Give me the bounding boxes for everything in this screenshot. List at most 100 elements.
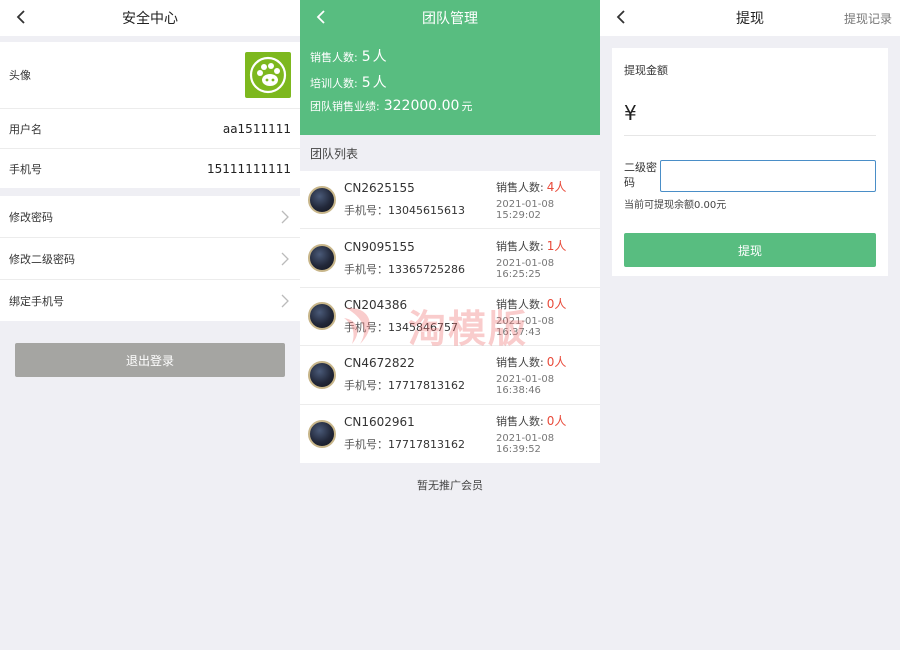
avatar-row[interactable]: 头像 bbox=[0, 42, 300, 109]
member-id: CN9095155 bbox=[344, 239, 415, 254]
no-more-members: 暂无推广会员 bbox=[417, 478, 483, 492]
training-count-stat: 培训人数: 5 人 bbox=[310, 72, 590, 98]
member-sales-line: 销售人数: 0人 bbox=[496, 412, 600, 430]
member-sales-count: 1人 bbox=[546, 238, 567, 253]
member-id: CN2625155 bbox=[344, 181, 415, 196]
bind-phone-label: 绑定手机号 bbox=[9, 294, 64, 308]
member-sales-line: 销售人数: 0人 bbox=[496, 295, 600, 313]
member-info: CN204386 手机号：1345846757 bbox=[344, 298, 484, 335]
back-arrow-icon[interactable] bbox=[10, 6, 32, 28]
page-title: 提现 bbox=[736, 11, 764, 27]
settings-group: 修改密码 修改二级密码 绑定手机号 bbox=[0, 196, 300, 321]
username-row: 用户名 aa1511111 bbox=[0, 109, 300, 149]
member-info: CN4672822 手机号：17717813162 bbox=[344, 356, 484, 393]
amount-label: 提现金额 bbox=[624, 64, 668, 77]
team-sales-label: 团队销售业绩: bbox=[310, 100, 380, 113]
amount-input[interactable]: ¥ bbox=[624, 90, 876, 136]
training-count-label: 培训人数: bbox=[310, 77, 358, 90]
page-title: 团队管理 bbox=[422, 11, 478, 27]
member-phone: 1345846757 bbox=[388, 320, 458, 334]
member-join-time: 2021-01-08 16:25:25 bbox=[496, 257, 555, 280]
chevron-right-icon bbox=[281, 210, 289, 223]
security-center-screen: 安全中心 头像 用户名 aa1511111 手机号 15111111111 修改… bbox=[0, 0, 300, 650]
member-phone: 13045615613 bbox=[388, 204, 465, 218]
member-phone-line: 手机号：13365725286 bbox=[344, 261, 484, 277]
member-stats: 销售人数: 0人 2021-01-08 16:37:43 bbox=[496, 288, 600, 345]
training-count-unit: 人 bbox=[372, 75, 387, 91]
team-list-title: 团队列表 bbox=[310, 146, 359, 161]
sales-count-value: 5 bbox=[361, 49, 371, 65]
sales-count-label: 销售人数: bbox=[310, 51, 358, 64]
member-sales-count: 4人 bbox=[546, 180, 567, 195]
avatar-label: 头像 bbox=[9, 69, 31, 82]
member-phone-label: 手机号： bbox=[344, 438, 388, 452]
member-join-time: 2021-01-08 16:38:46 bbox=[496, 374, 555, 397]
member-sales-label: 销售人数: bbox=[496, 181, 544, 195]
member-phone-label: 手机号： bbox=[344, 320, 388, 334]
team-member-list: CN2625155 手机号：13045615613 销售人数: 4人 2021-01-0… bbox=[300, 171, 600, 463]
currency-symbol: ¥ bbox=[624, 100, 637, 125]
member-sales-count: 0人 bbox=[546, 296, 567, 311]
member-phone-line: 手机号：1345846757 bbox=[344, 319, 484, 335]
avatar[interactable] bbox=[245, 52, 291, 98]
member-sales-line: 销售人数: 1人 bbox=[496, 237, 600, 255]
security-header: 安全中心 bbox=[0, 0, 300, 36]
secondary-password-input[interactable] bbox=[660, 160, 876, 192]
logout-button[interactable]: 退出登录 bbox=[15, 343, 285, 377]
member-avatar bbox=[308, 244, 336, 273]
team-header: 团队管理 bbox=[300, 0, 600, 36]
chevron-right-icon bbox=[281, 294, 289, 307]
phone-label: 手机号 bbox=[9, 162, 42, 176]
phone-row: 手机号 15111111111 bbox=[0, 149, 300, 188]
team-stats: 销售人数: 5 人 培训人数: 5 人 团队销售业绩: 322000.00 元 bbox=[300, 36, 600, 135]
member-info: CN2625155 手机号：13045615613 bbox=[344, 181, 484, 218]
change-password-item[interactable]: 修改密码 bbox=[0, 196, 300, 238]
member-sales-label: 销售人数: bbox=[496, 297, 544, 311]
sales-count-unit: 人 bbox=[372, 49, 387, 65]
member-row[interactable]: CN204386 手机号：1345846757 销售人数: 0人 2021-01-08 … bbox=[300, 288, 600, 347]
member-info: CN1602961 手机号：17717813162 bbox=[344, 415, 484, 452]
member-sales-label: 销售人数: bbox=[496, 415, 544, 429]
member-phone-label: 手机号： bbox=[344, 204, 388, 218]
team-sales-unit: 元 bbox=[461, 100, 473, 113]
team-sales-value: 322000.00 bbox=[383, 98, 460, 114]
bind-phone-item[interactable]: 绑定手机号 bbox=[0, 280, 300, 321]
member-info: CN9095155 手机号：13365725286 bbox=[344, 240, 484, 277]
sales-count-stat: 销售人数: 5 人 bbox=[310, 46, 590, 72]
member-phone-label: 手机号： bbox=[344, 262, 388, 276]
member-row[interactable]: CN4672822 手机号：17717813162 销售人数: 0人 2021-01-0… bbox=[300, 346, 600, 405]
member-sales-label: 销售人数: bbox=[496, 356, 544, 370]
member-join-time: 2021-01-08 15:29:02 bbox=[496, 199, 555, 222]
member-sales-count: 0人 bbox=[546, 355, 567, 370]
member-stats: 销售人数: 1人 2021-01-08 16:25:25 bbox=[496, 229, 600, 286]
member-phone: 17717813162 bbox=[388, 379, 465, 393]
username-value: aa1511111 bbox=[222, 121, 291, 136]
back-arrow-icon[interactable] bbox=[310, 6, 332, 28]
member-join-time: 2021-01-08 16:37:43 bbox=[496, 315, 555, 338]
member-phone-line: 手机号：13045615613 bbox=[344, 202, 484, 218]
change-password-label: 修改密码 bbox=[9, 210, 53, 224]
phone-value: 15111111111 bbox=[207, 161, 291, 176]
member-avatar bbox=[308, 302, 336, 331]
paw-logo-icon bbox=[249, 56, 287, 94]
withdraw-button[interactable]: 提现 bbox=[624, 233, 876, 267]
change-secondary-password-item[interactable]: 修改二级密码 bbox=[0, 238, 300, 280]
member-join-time: 2021-01-08 16:39:52 bbox=[496, 433, 555, 456]
team-sales-stat: 团队销售业绩: 322000.00 元 bbox=[310, 98, 590, 124]
member-sales-line: 销售人数: 4人 bbox=[496, 178, 600, 196]
member-id: CN1602961 bbox=[344, 415, 415, 430]
member-id: CN204386 bbox=[344, 297, 408, 312]
member-row[interactable]: CN2625155 手机号：13045615613 销售人数: 4人 2021-01-0… bbox=[300, 171, 600, 230]
member-sales-count: 0人 bbox=[546, 414, 567, 429]
member-sales-line: 销售人数: 0人 bbox=[496, 353, 600, 371]
member-phone: 13365725286 bbox=[388, 262, 465, 276]
withdraw-screen: 提现 提现记录 提现金额 ¥ 二级密码 当前可提现余额0.00元 提现 bbox=[600, 0, 900, 650]
withdraw-records-link[interactable]: 提现记录 bbox=[844, 10, 892, 27]
member-row[interactable]: CN9095155 手机号：13365725286 销售人数: 1人 2021-01-0… bbox=[300, 229, 600, 288]
member-row[interactable]: CN1602961 手机号：17717813162 销售人数: 0人 2021-01-0… bbox=[300, 405, 600, 463]
member-stats: 销售人数: 0人 2021-01-08 16:39:52 bbox=[496, 405, 600, 463]
member-sales-label: 销售人数: bbox=[496, 239, 544, 253]
member-phone-line: 手机号：17717813162 bbox=[344, 436, 484, 452]
training-count-value: 5 bbox=[361, 75, 371, 91]
back-arrow-icon[interactable] bbox=[610, 6, 632, 28]
